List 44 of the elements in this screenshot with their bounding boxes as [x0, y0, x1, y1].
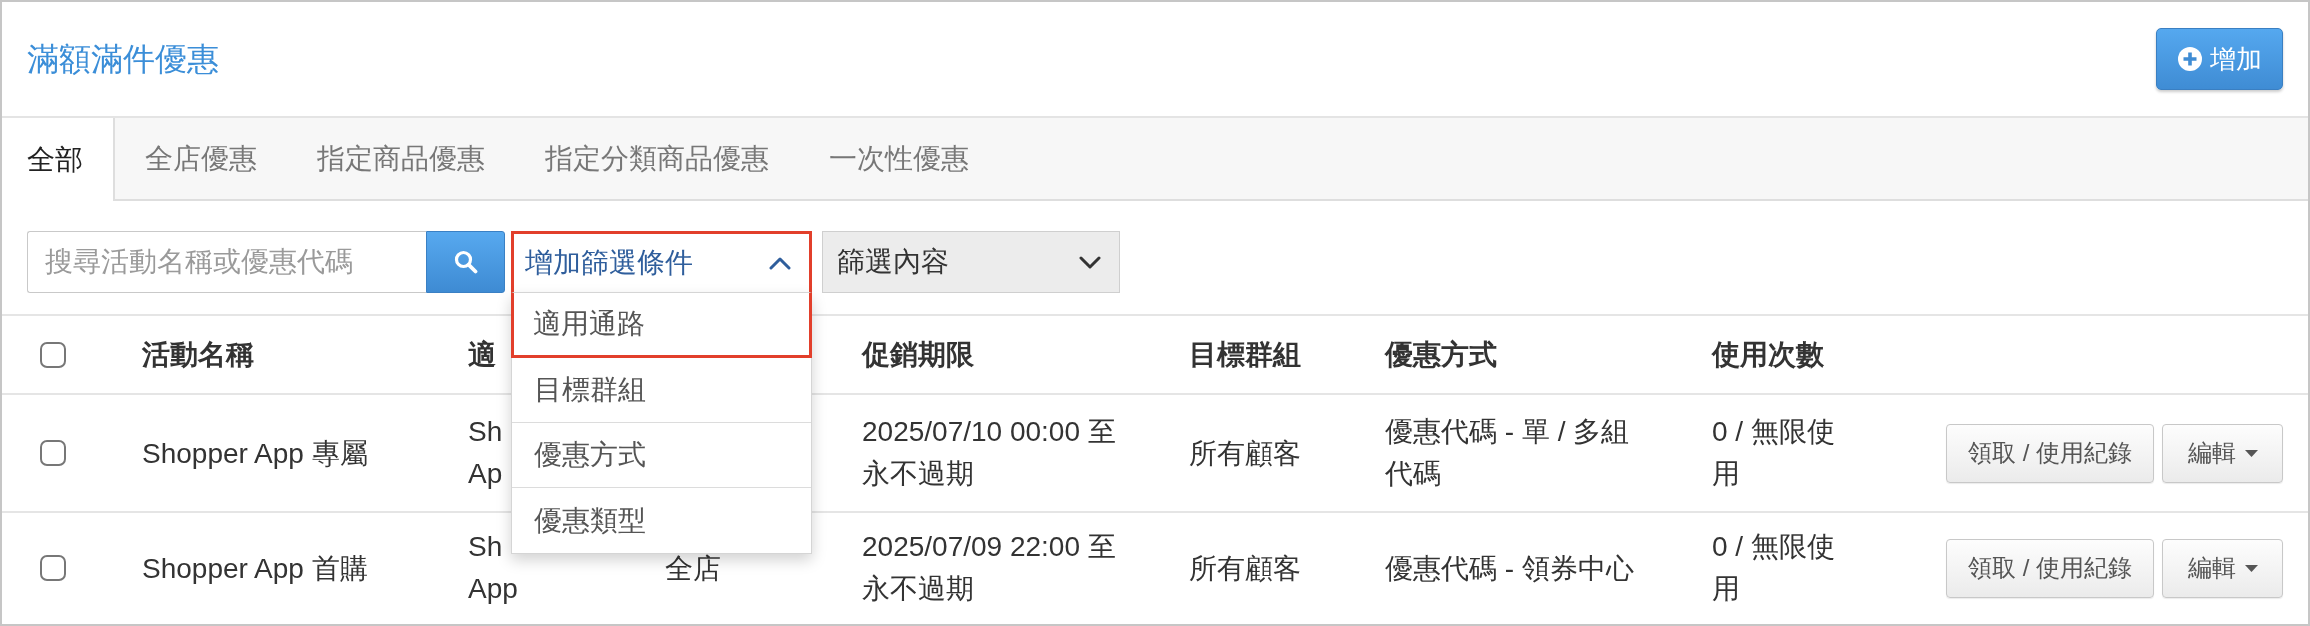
chevron-up-icon	[769, 256, 791, 270]
column-header: 適	[468, 338, 496, 373]
menu-item[interactable]: 優惠類型	[512, 488, 811, 553]
page-title: 滿額滿件優惠	[27, 39, 219, 79]
tab[interactable]: 全店優惠	[115, 118, 287, 199]
select-all-checkbox[interactable]	[40, 341, 66, 368]
promotion-period: 2025/07/09 22:00 至永不過期	[862, 530, 1117, 606]
column-header: 促銷期限	[862, 338, 974, 373]
target-group: 所有顧客	[1189, 432, 1301, 475]
partial-text: Sh Ap	[468, 415, 503, 491]
campaign-name: Shopper App 專屬	[142, 436, 368, 471]
promotion-period: 2025/07/10 00:00 至永不過期	[862, 415, 1117, 491]
tab[interactable]: 指定商品優惠	[287, 118, 515, 199]
row-checkbox[interactable]	[40, 440, 66, 466]
store-scope: 全店	[665, 551, 721, 586]
record-button[interactable]: 領取 / 使用紀錄	[1946, 538, 2154, 598]
usage-count: 0 / 無限使用	[1712, 530, 1836, 606]
record-button[interactable]: 領取 / 使用紀錄	[1946, 423, 2154, 483]
chevron-down-icon	[1079, 255, 1101, 269]
search-button[interactable]	[426, 231, 505, 293]
menu-item[interactable]: 適用通路	[511, 293, 812, 358]
search-field[interactable]: 搜尋活動名稱或優惠代碼	[27, 231, 426, 293]
search-icon	[453, 250, 478, 274]
filter-condition-select[interactable]: 增加篩選條件	[511, 231, 812, 293]
column-header: 優惠方式	[1385, 338, 1497, 373]
column-header: 使用次數	[1712, 338, 1824, 373]
column-header: 活動名稱	[142, 338, 254, 373]
menu-item[interactable]: 優惠方式	[512, 423, 811, 488]
edit-button[interactable]: 編輯	[2162, 423, 2283, 483]
discount-method: 優惠代碼 - 單 / 多組代碼	[1385, 415, 1631, 491]
tab[interactable]: 全部	[2, 118, 115, 201]
usage-count: 0 / 無限使用	[1712, 415, 1836, 491]
caret-icon	[2244, 564, 2258, 572]
target-group: 所有顧客	[1189, 547, 1301, 590]
tab[interactable]: 指定分類商品優惠	[515, 118, 799, 199]
edit-button[interactable]: 編輯	[2162, 538, 2283, 598]
campaign-name: Shopper App 首購	[142, 551, 368, 586]
row-checkbox[interactable]	[40, 555, 66, 581]
caret-icon	[2244, 449, 2258, 457]
plus-circle-icon	[2177, 47, 2202, 71]
menu-item[interactable]: 目標群組	[512, 358, 811, 423]
tab[interactable]: 一次性優惠	[799, 118, 999, 199]
discount-method: 優惠代碼 - 領券中心	[1385, 551, 1634, 586]
column-header: 目標群組	[1189, 338, 1301, 373]
